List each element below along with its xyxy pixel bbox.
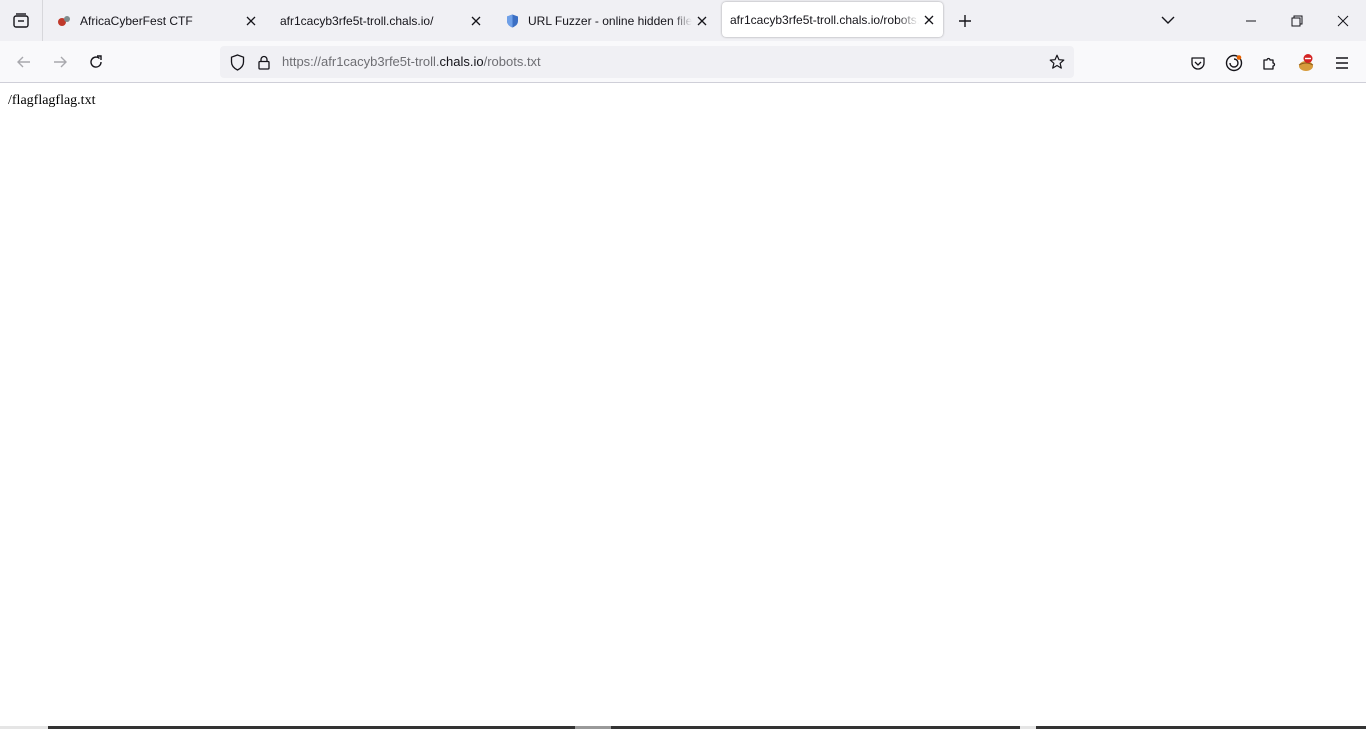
lock-icon[interactable]	[255, 52, 273, 72]
navigation-toolbar: https://afr1cacyb3rfe5t-troll.chals.io/r…	[0, 41, 1366, 83]
arrow-left-icon	[17, 56, 30, 68]
address-bar[interactable]: https://afr1cacyb3rfe5t-troll.chals.io/r…	[220, 46, 1074, 78]
tab-close-icon[interactable]	[241, 11, 261, 31]
tab-url-fuzzer[interactable]: URL Fuzzer - online hidden file & direct…	[498, 0, 716, 41]
tab-robots-txt[interactable]: afr1cacyb3rfe5t-troll.chals.io/robots.tx…	[722, 2, 943, 37]
list-all-tabs-button[interactable]	[1154, 6, 1182, 34]
tab-strip: AfricaCyberFest CTF afr1cacyb3rfe5t-trol…	[0, 0, 1366, 41]
tab-strip-divider	[42, 0, 43, 41]
shield-favicon-icon	[504, 13, 520, 29]
restore-button[interactable]	[1274, 0, 1320, 41]
extensions-icon	[1263, 57, 1276, 70]
close-icon	[1337, 15, 1349, 26]
account-icon	[1225, 54, 1243, 72]
url-text[interactable]: https://afr1cacyb3rfe5t-troll.chals.io/r…	[282, 54, 541, 69]
plus-icon	[959, 15, 971, 27]
bookmark-star-icon[interactable]	[1046, 51, 1068, 73]
arrow-right-icon	[54, 56, 67, 68]
tab-close-icon[interactable]	[466, 11, 486, 31]
new-tab-button[interactable]	[951, 7, 979, 35]
minimize-icon	[1246, 20, 1256, 21]
close-window-button[interactable]	[1320, 0, 1366, 41]
restore-icon	[1291, 15, 1303, 26]
addon-icon	[1298, 54, 1314, 71]
url-prefix: https://afr1cacyb3rfe5t-troll.	[282, 54, 440, 69]
url-host: chals.io	[439, 54, 484, 69]
tab-title: afr1cacyb3rfe5t-troll.chals.io/	[280, 13, 434, 28]
app-menu-button[interactable]	[1329, 50, 1355, 76]
url-path: /robots.txt	[483, 54, 541, 69]
tab-close-icon[interactable]	[692, 11, 712, 31]
firefox-view-button[interactable]	[8, 8, 34, 34]
tab-title: URL Fuzzer - online hidden file & direct…	[528, 13, 692, 28]
tab-troll-root[interactable]: afr1cacyb3rfe5t-troll.chals.io/	[272, 0, 490, 41]
extensions-button[interactable]	[1257, 50, 1283, 76]
tracking-protection-icon[interactable]	[227, 52, 247, 72]
back-button[interactable]	[10, 48, 38, 76]
hamburger-menu-icon	[1336, 57, 1348, 69]
firefox-view-icon	[13, 13, 29, 28]
ctf-favicon-icon	[56, 13, 72, 29]
pocket-button[interactable]	[1185, 50, 1211, 76]
page-content: /flagflagflag.txt	[0, 84, 1366, 729]
tab-title: afr1cacyb3rfe5t-troll.chals.io/robots.tx…	[730, 12, 919, 27]
robots-txt-body: /flagflagflag.txt	[8, 93, 96, 108]
pocket-icon	[1191, 56, 1205, 70]
addon-button[interactable]	[1293, 50, 1319, 76]
forward-button[interactable]	[46, 48, 74, 76]
account-button[interactable]	[1221, 50, 1247, 76]
reload-button[interactable]	[82, 48, 110, 76]
tab-africacyberfest[interactable]: AfricaCyberFest CTF	[50, 0, 265, 41]
tab-title: AfricaCyberFest CTF	[80, 13, 193, 28]
tab-close-icon[interactable]	[919, 10, 939, 30]
minimize-button[interactable]	[1228, 0, 1274, 41]
chevron-down-icon	[1161, 16, 1175, 24]
reload-icon	[90, 55, 102, 68]
